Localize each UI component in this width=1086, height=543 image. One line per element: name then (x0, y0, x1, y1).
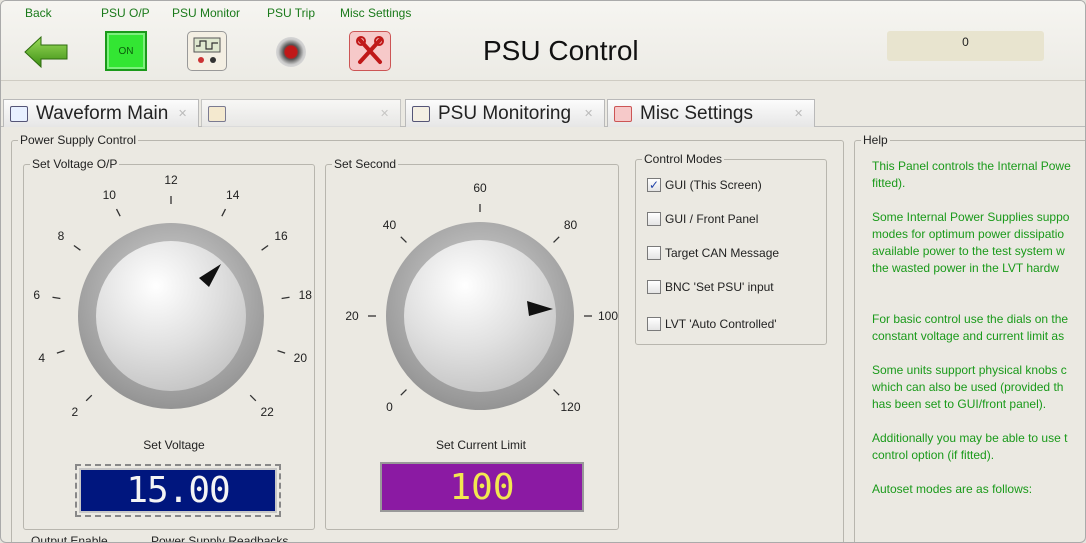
dial-tick (400, 389, 407, 396)
dial-tick-label: 20 (345, 309, 359, 323)
dial-tick-label: 100 (597, 309, 619, 323)
dial-tick-label: 40 (382, 218, 397, 233)
dial-tick (553, 389, 560, 396)
app-window: Back PSU O/P PSU Monitor PSU Trip Misc S… (0, 0, 1086, 543)
dial-tick-label: 0 (386, 399, 393, 414)
dial-tick (400, 236, 407, 243)
dial-tick-marks (368, 204, 592, 396)
dial-tick-label: 120 (560, 399, 581, 414)
dial-tick (553, 236, 560, 243)
dial-tick-label: 80 (563, 218, 578, 233)
dial-tick-label: 60 (473, 181, 487, 195)
